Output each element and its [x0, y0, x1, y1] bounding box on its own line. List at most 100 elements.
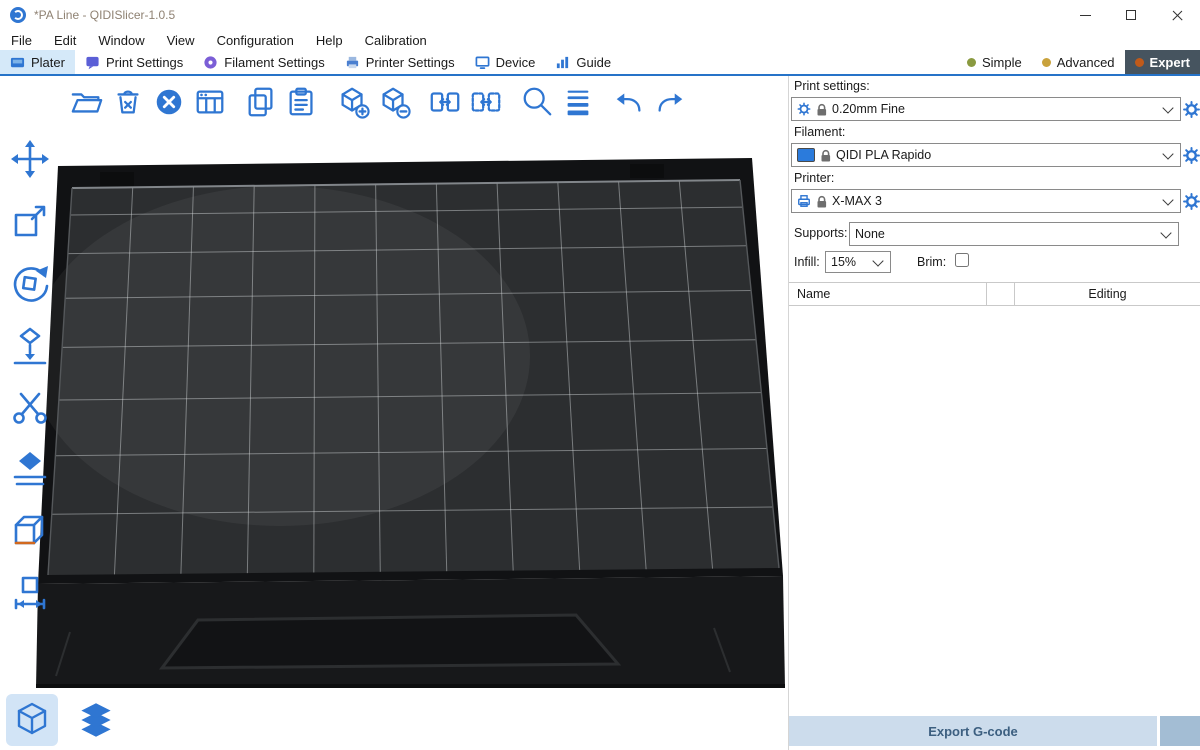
advanced-mode-icon — [1042, 58, 1051, 67]
plater-icon — [10, 55, 25, 70]
maximize-button[interactable] — [1108, 0, 1154, 30]
viewport-3d[interactable] — [0, 76, 788, 750]
bed-handle — [162, 615, 618, 668]
print-settings-gear-button[interactable] — [1182, 100, 1200, 118]
supports-combobox[interactable]: None — [849, 222, 1179, 246]
infill-combobox[interactable]: 15% — [825, 251, 891, 273]
preset-gear-icon — [797, 102, 811, 116]
printer-settings-gear-button[interactable] — [1182, 192, 1200, 210]
printer-label: Printer: — [794, 171, 834, 185]
print-preset-combobox[interactable]: 0.20mm Fine — [791, 97, 1181, 121]
export-gcode-button[interactable]: Export G-code — [789, 716, 1157, 746]
menu-view[interactable]: View — [156, 33, 206, 48]
remove-instance-button[interactable] — [377, 82, 411, 122]
minimize-button[interactable] — [1062, 0, 1108, 30]
rotate-icon — [8, 261, 52, 305]
printer-preset-combobox[interactable]: X-MAX 3 — [791, 189, 1181, 213]
tab-filament-settings[interactable]: Filament Settings — [193, 50, 334, 74]
delete-all-button[interactable] — [152, 82, 186, 122]
filament-label: Filament: — [794, 125, 845, 139]
tab-plater[interactable]: Plater — [0, 50, 75, 74]
gear-icon — [1183, 147, 1200, 164]
chevron-down-icon — [1162, 194, 1173, 205]
filament-settings-icon — [203, 55, 218, 70]
mirror-icon — [8, 571, 52, 615]
search-button[interactable] — [520, 82, 554, 122]
left-toolbar — [6, 136, 54, 616]
paint-icon — [8, 447, 52, 491]
column-header-mini — [987, 283, 1015, 305]
open-project-button[interactable] — [70, 82, 104, 122]
redo-button[interactable] — [653, 82, 687, 122]
menu-configuration[interactable]: Configuration — [206, 33, 305, 48]
viewport-3d-scene[interactable] — [0, 76, 788, 750]
measure-tool-button[interactable] — [6, 508, 54, 554]
mode-expert-label: Expert — [1150, 55, 1190, 70]
filament-preset-combobox[interactable]: QIDI PLA Rapido — [791, 143, 1181, 167]
infill-value: 15% — [831, 255, 856, 269]
export-options-button[interactable] — [1160, 716, 1200, 746]
split-objects-button[interactable] — [428, 82, 462, 122]
column-header-editing[interactable]: Editing — [1015, 283, 1200, 305]
minimize-icon — [1080, 15, 1091, 16]
menu-help[interactable]: Help — [305, 33, 354, 48]
move-tool-button[interactable] — [6, 136, 54, 182]
mirror-tool-button[interactable] — [6, 570, 54, 616]
simple-mode-icon — [967, 58, 976, 67]
column-header-name[interactable]: Name — [789, 283, 987, 305]
copy-button[interactable] — [244, 82, 278, 122]
mode-switcher: Simple Advanced Expert — [957, 50, 1200, 74]
mode-simple[interactable]: Simple — [957, 50, 1032, 74]
menu-file[interactable]: File — [0, 33, 43, 48]
tab-device[interactable]: Device — [465, 50, 546, 74]
filament-settings-gear-button[interactable] — [1182, 146, 1200, 164]
object-list[interactable] — [789, 306, 1200, 686]
delete-all-icon — [152, 85, 186, 119]
close-button[interactable] — [1154, 0, 1200, 30]
print-settings-label: Print settings: — [794, 79, 870, 93]
scale-icon — [8, 199, 52, 243]
printer-icon — [797, 194, 811, 208]
close-icon — [1171, 9, 1184, 22]
place-on-face-tool-button[interactable] — [6, 322, 54, 368]
place-on-face-icon — [8, 323, 52, 367]
mode-simple-label: Simple — [982, 55, 1022, 70]
variable-layer-height-button[interactable] — [561, 82, 595, 122]
menu-window[interactable]: Window — [87, 33, 155, 48]
mode-advanced[interactable]: Advanced — [1032, 50, 1125, 74]
supports-value: None — [855, 227, 885, 241]
undo-button[interactable] — [612, 82, 646, 122]
search-icon — [520, 83, 554, 121]
expert-mode-icon — [1135, 58, 1144, 67]
rotate-tool-button[interactable] — [6, 260, 54, 306]
paint-tool-button[interactable] — [6, 446, 54, 492]
brim-label: Brim: — [917, 255, 946, 269]
editor-cube-icon — [12, 700, 52, 740]
split-parts-button[interactable] — [469, 82, 503, 122]
paste-icon — [285, 85, 319, 119]
lock-icon — [816, 195, 827, 208]
arrange-button[interactable] — [193, 82, 227, 122]
mode-expert[interactable]: Expert — [1125, 50, 1200, 74]
tab-print-settings[interactable]: Print Settings — [75, 50, 193, 74]
chevron-down-icon — [872, 255, 883, 266]
scale-tool-button[interactable] — [6, 198, 54, 244]
preview-view-button[interactable] — [70, 694, 122, 746]
delete-button[interactable] — [111, 82, 145, 122]
chevron-down-icon — [1162, 102, 1173, 113]
tab-printer-settings[interactable]: Printer Settings — [335, 50, 465, 74]
sidebar: Print settings: 0.20mm Fine Filament: QI… — [788, 76, 1200, 750]
app-logo-icon — [10, 7, 26, 23]
menu-edit[interactable]: Edit — [43, 33, 87, 48]
paste-button[interactable] — [285, 82, 319, 122]
menu-calibration[interactable]: Calibration — [354, 33, 438, 48]
add-instance-button[interactable] — [336, 82, 370, 122]
remove-instance-icon — [377, 85, 411, 119]
cut-tool-button[interactable] — [6, 384, 54, 430]
tab-filament-settings-label: Filament Settings — [224, 55, 324, 70]
tab-guide[interactable]: Guide — [545, 50, 621, 74]
brim-checkbox[interactable] — [955, 253, 969, 267]
tab-print-settings-label: Print Settings — [106, 55, 183, 70]
editor-view-button[interactable] — [6, 694, 58, 746]
tab-printer-settings-label: Printer Settings — [366, 55, 455, 70]
